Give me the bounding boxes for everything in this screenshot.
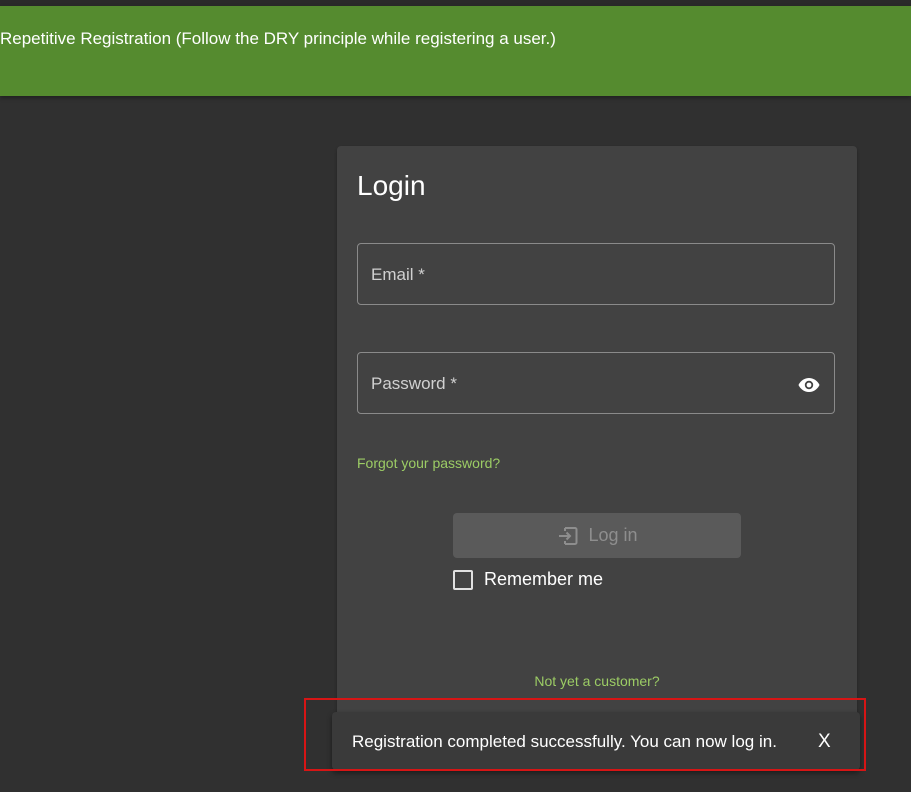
email-field[interactable]: Email * xyxy=(357,243,835,305)
forgot-password-link[interactable]: Forgot your password? xyxy=(357,455,500,471)
signup-link[interactable]: Not yet a customer? xyxy=(337,673,857,689)
snackbar-message: Registration completed successfully. You… xyxy=(352,732,777,751)
email-label: Email * xyxy=(371,265,425,284)
page-banner: Repetitive Registration (Follow the DRY … xyxy=(0,6,911,96)
remember-me-row: Remember me xyxy=(453,569,603,590)
login-button[interactable]: Log in xyxy=(453,513,741,558)
snackbar-close-button[interactable]: X xyxy=(818,731,831,753)
login-icon xyxy=(559,526,578,545)
login-button-label: Log in xyxy=(588,525,638,545)
login-card: Login Email * Password * Forgot your pas… xyxy=(337,146,857,746)
login-title: Login xyxy=(357,170,426,201)
eye-icon[interactable] xyxy=(798,377,820,393)
remember-me-checkbox[interactable] xyxy=(453,569,473,590)
success-snackbar: Registration completed successfully. You… xyxy=(332,712,860,770)
password-field[interactable]: Password * xyxy=(357,352,835,414)
banner-text: Repetitive Registration (Follow the DRY … xyxy=(0,29,556,48)
remember-me-label[interactable]: Remember me xyxy=(484,569,603,590)
password-label: Password * xyxy=(371,374,457,393)
